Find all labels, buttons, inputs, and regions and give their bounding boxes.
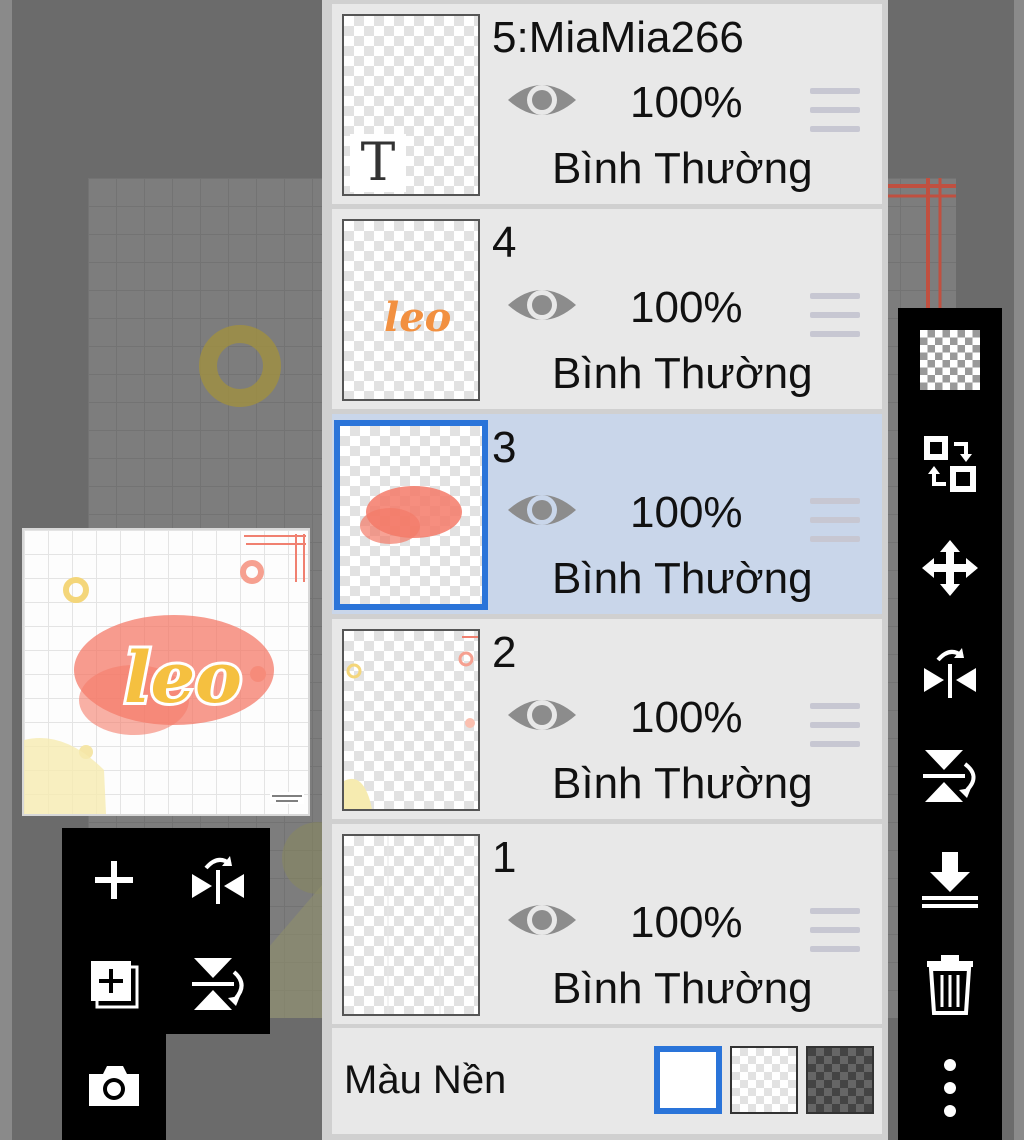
- preview-artwork: leo: [24, 534, 306, 814]
- drag-handle-icon[interactable]: [810, 293, 860, 337]
- merge-down-button[interactable]: [898, 828, 1002, 932]
- layer-thumbnail[interactable]: leo: [342, 219, 480, 401]
- layer-name: 3: [492, 423, 517, 472]
- layer-thumbnail[interactable]: [342, 629, 480, 811]
- drag-handle-icon[interactable]: [810, 498, 860, 542]
- layer-row-1[interactable]: 1 100% Bình Thường: [332, 824, 882, 1024]
- eye-icon[interactable]: [506, 896, 578, 944]
- leo-thumbnail-art: leo: [384, 294, 451, 341]
- drag-handle-icon[interactable]: [810, 88, 860, 132]
- canvas-preview[interactable]: leo: [22, 528, 310, 816]
- eye-icon[interactable]: [506, 486, 578, 534]
- more-options-button[interactable]: [898, 1036, 1002, 1140]
- layer-name: 4: [492, 218, 517, 267]
- swap-layer-icon: [924, 436, 976, 492]
- move-icon: [922, 540, 978, 596]
- delete-layer-button[interactable]: [898, 932, 1002, 1036]
- move-button[interactable]: [898, 516, 1002, 620]
- drag-handle-icon[interactable]: [810, 703, 860, 747]
- layer-blend-mode[interactable]: Bình Thường: [552, 554, 813, 604]
- layer-opacity[interactable]: 100%: [630, 283, 743, 333]
- layer-name: 2: [492, 628, 517, 677]
- dots-thumbnail-art: [344, 636, 478, 809]
- background-transparent-swatch[interactable]: [730, 1046, 798, 1114]
- grid-thumbnail-art: [387, 836, 441, 1014]
- eye-icon[interactable]: [506, 691, 578, 739]
- transparency-button[interactable]: [898, 308, 1002, 412]
- layer-blend-mode[interactable]: Bình Thường: [552, 964, 813, 1014]
- drag-handle-icon[interactable]: [810, 908, 860, 952]
- layer-blend-mode[interactable]: Bình Thường: [552, 759, 813, 809]
- layer-thumbnail[interactable]: [334, 420, 488, 610]
- layer-row-4[interactable]: leo 4 100% Bình Thường: [332, 209, 882, 409]
- flip-vertical-icon: [192, 958, 244, 1010]
- left-toolbar: [62, 828, 270, 1034]
- layer-row-2[interactable]: 2 100% Bình Thường: [332, 619, 882, 819]
- copy-layer-button[interactable]: [62, 932, 166, 1036]
- flip-horizontal-icon: [192, 856, 244, 904]
- background-color-row: Màu Nền: [332, 1028, 882, 1134]
- background-white-swatch[interactable]: [654, 1046, 722, 1114]
- trash-icon: [927, 955, 973, 1015]
- flip-horizontal-icon: [924, 648, 976, 698]
- coral-brush-thumbnail: [360, 486, 462, 544]
- layer-thumbnail[interactable]: [342, 834, 480, 1016]
- text-layer-icon: T: [350, 134, 406, 192]
- layer-opacity[interactable]: 100%: [630, 488, 743, 538]
- eye-icon[interactable]: [506, 76, 578, 124]
- layer-opacity[interactable]: 100%: [630, 693, 743, 743]
- camera-button[interactable]: [62, 1030, 166, 1140]
- leo-thumbnail-text: leo: [384, 294, 451, 341]
- layer-panel: T 5:MiaMia266 100% Bình Thường leo 4 100…: [322, 0, 888, 1140]
- left-toolbar-bottom: [62, 1030, 166, 1140]
- more-icon: [944, 1059, 956, 1117]
- canvas-edge: [1014, 0, 1024, 1140]
- layer-row-3[interactable]: 3 100% Bình Thường: [332, 414, 882, 614]
- transparency-icon: [920, 330, 980, 390]
- layer-name: 5:MiaMia266: [492, 13, 744, 62]
- add-layer-icon: [95, 861, 133, 899]
- flip-horizontal-button[interactable]: [166, 828, 270, 932]
- flip-vertical-icon: [923, 750, 976, 802]
- flip-horizontal-button[interactable]: [898, 620, 1002, 724]
- canvas-frame-lines: [888, 178, 956, 308]
- layer-row-5[interactable]: T 5:MiaMia266 100% Bình Thường: [332, 4, 882, 204]
- background-color-label: Màu Nền: [344, 1058, 507, 1102]
- layer-name: 1: [492, 833, 517, 882]
- layer-opacity[interactable]: 100%: [630, 78, 743, 128]
- swap-layer-button[interactable]: [898, 412, 1002, 516]
- merge-down-icon: [922, 852, 978, 908]
- preview-leo-text: leo: [124, 636, 242, 719]
- eye-icon[interactable]: [506, 281, 578, 329]
- canvas-edge: [0, 0, 12, 1140]
- camera-icon: [89, 1066, 139, 1106]
- layer-thumbnail[interactable]: T: [342, 14, 480, 196]
- layer-opacity[interactable]: 100%: [630, 898, 743, 948]
- right-toolbar: [898, 308, 1002, 1140]
- layer-blend-mode[interactable]: Bình Thường: [552, 349, 813, 399]
- flip-vertical-button[interactable]: [166, 932, 270, 1036]
- add-copy-layer-icon: [91, 961, 139, 1009]
- flip-vertical-button[interactable]: [898, 724, 1002, 828]
- background-dark-swatch[interactable]: [806, 1046, 874, 1114]
- add-layer-button[interactable]: [62, 828, 166, 932]
- layer-blend-mode[interactable]: Bình Thường: [552, 144, 813, 194]
